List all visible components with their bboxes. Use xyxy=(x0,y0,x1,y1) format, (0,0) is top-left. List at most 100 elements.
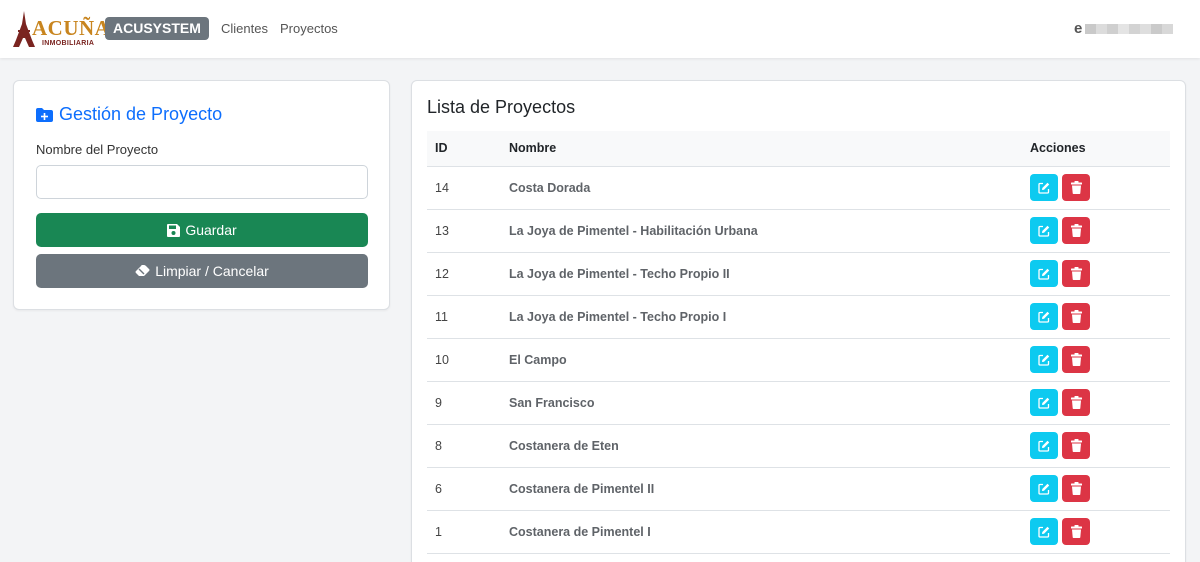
pencil-square-icon xyxy=(1038,225,1050,237)
row-actions xyxy=(1022,295,1170,339)
delete-button[interactable] xyxy=(1062,346,1090,373)
edit-button[interactable] xyxy=(1030,174,1058,201)
delete-button[interactable] xyxy=(1062,432,1090,459)
row-project-name: Costa Dorada xyxy=(501,166,1022,210)
user-initial: e xyxy=(1074,20,1083,37)
row-project-name: La Joya de Pimentel - Techo Propio II xyxy=(501,252,1022,296)
row-project-name: Costanera de Eten xyxy=(501,424,1022,468)
table-row: 6 Costanera de Pimentel II xyxy=(427,467,1170,511)
table-row: 12 La Joya de Pimentel - Techo Propio II xyxy=(427,252,1170,296)
clear-button-label: Limpiar / Cancelar xyxy=(155,263,269,279)
delete-button[interactable] xyxy=(1062,217,1090,244)
delete-button[interactable] xyxy=(1062,518,1090,545)
pencil-square-icon xyxy=(1038,182,1050,194)
table-row: 14 Costa Dorada xyxy=(427,166,1170,210)
trash-icon xyxy=(1070,267,1082,280)
column-header-id: ID xyxy=(427,131,501,167)
edit-button[interactable] xyxy=(1030,303,1058,330)
edit-button[interactable] xyxy=(1030,389,1058,416)
table-row: 8 Costanera de Eten xyxy=(427,424,1170,468)
top-navbar: ACUÑA INMOBILIARIA ACUSYSTEM Clientes Pr… xyxy=(0,0,1200,58)
row-project-name: La Joya de Pimentel - Habilitación Urban… xyxy=(501,209,1022,253)
edit-button[interactable] xyxy=(1030,432,1058,459)
row-actions xyxy=(1022,252,1170,296)
edit-button[interactable] xyxy=(1030,346,1058,373)
form-title-text: Gestión de Proyecto xyxy=(59,104,223,124)
trash-icon xyxy=(1070,353,1082,366)
trash-icon xyxy=(1070,482,1082,495)
table-row: 9 San Francisco xyxy=(427,381,1170,425)
logo-word: ACUÑA xyxy=(32,16,111,40)
column-header-acciones: Acciones xyxy=(1022,131,1170,167)
row-actions xyxy=(1022,338,1170,382)
list-title: Lista de Proyectos xyxy=(427,97,576,117)
row-project-name: Costanera de Pimentel I xyxy=(501,510,1022,554)
row-id: 8 xyxy=(427,424,501,468)
row-id: 14 xyxy=(427,166,501,210)
row-project-name: San Francisco xyxy=(501,381,1022,425)
row-id: 11 xyxy=(427,295,501,339)
table-header-row: ID Nombre Acciones xyxy=(427,131,1170,167)
folder-plus-icon xyxy=(36,107,53,122)
column-header-nombre: Nombre xyxy=(501,131,1022,167)
save-button-label: Guardar xyxy=(185,222,237,238)
pencil-square-icon xyxy=(1038,440,1050,452)
edit-button[interactable] xyxy=(1030,260,1058,287)
row-id: 9 xyxy=(427,381,501,425)
row-actions xyxy=(1022,510,1170,554)
brand-badge[interactable]: ACUSYSTEM xyxy=(105,17,209,40)
delete-button[interactable] xyxy=(1062,260,1090,287)
delete-button[interactable] xyxy=(1062,303,1090,330)
project-list-card: Lista de Proyectos ID Nombre Acciones 14… xyxy=(411,80,1186,562)
project-name-label: Nombre del Proyecto xyxy=(36,142,159,157)
pencil-square-icon xyxy=(1038,268,1050,280)
row-project-name: La Joya de Pimentel - Techo Propio I xyxy=(501,295,1022,339)
pencil-square-icon xyxy=(1038,354,1050,366)
project-name-input[interactable] xyxy=(36,165,368,199)
trash-icon xyxy=(1070,181,1082,194)
pencil-square-icon xyxy=(1038,397,1050,409)
trash-icon xyxy=(1070,310,1082,323)
nav-link-clientes[interactable]: Clientes xyxy=(221,21,268,36)
trash-icon xyxy=(1070,224,1082,237)
row-id: 6 xyxy=(427,467,501,511)
pencil-square-icon xyxy=(1038,483,1050,495)
delete-button[interactable] xyxy=(1062,389,1090,416)
pencil-square-icon xyxy=(1038,526,1050,538)
eraser-icon xyxy=(135,265,150,276)
pencil-square-icon xyxy=(1038,311,1050,323)
table-row: 1 Costanera de Pimentel I xyxy=(427,510,1170,554)
row-actions xyxy=(1022,166,1170,210)
table-row: 10 El Campo xyxy=(427,338,1170,382)
company-logo[interactable]: ACUÑA INMOBILIARIA xyxy=(12,10,110,48)
save-button[interactable]: Guardar xyxy=(36,213,368,247)
row-actions xyxy=(1022,424,1170,468)
row-id: 13 xyxy=(427,209,501,253)
edit-button[interactable] xyxy=(1030,217,1058,244)
table-row: 11 La Joya de Pimentel - Techo Propio I xyxy=(427,295,1170,339)
projects-table: ID Nombre Acciones 14 Costa Dorada 13 La Jo… xyxy=(427,131,1170,554)
project-form-card: Gestión de Proyecto Nombre del Proyecto … xyxy=(13,80,390,310)
row-project-name: Costanera de Pimentel II xyxy=(501,467,1022,511)
redacted-username xyxy=(1085,23,1174,34)
user-menu[interactable]: e xyxy=(1074,20,1174,37)
clear-cancel-button[interactable]: Limpiar / Cancelar xyxy=(36,254,368,288)
delete-button[interactable] xyxy=(1062,174,1090,201)
row-project-name: El Campo xyxy=(501,338,1022,382)
row-id: 12 xyxy=(427,252,501,296)
row-actions xyxy=(1022,467,1170,511)
delete-button[interactable] xyxy=(1062,475,1090,502)
form-title: Gestión de Proyecto xyxy=(36,104,222,125)
edit-button[interactable] xyxy=(1030,518,1058,545)
row-id: 1 xyxy=(427,510,501,554)
logo-subtitle: INMOBILIARIA xyxy=(42,40,95,47)
edit-button[interactable] xyxy=(1030,475,1058,502)
floppy-disk-icon xyxy=(167,223,181,237)
row-actions xyxy=(1022,381,1170,425)
row-actions xyxy=(1022,209,1170,253)
trash-icon xyxy=(1070,396,1082,409)
trash-icon xyxy=(1070,525,1082,538)
trash-icon xyxy=(1070,439,1082,452)
nav-link-proyectos[interactable]: Proyectos xyxy=(280,21,338,36)
row-id: 10 xyxy=(427,338,501,382)
